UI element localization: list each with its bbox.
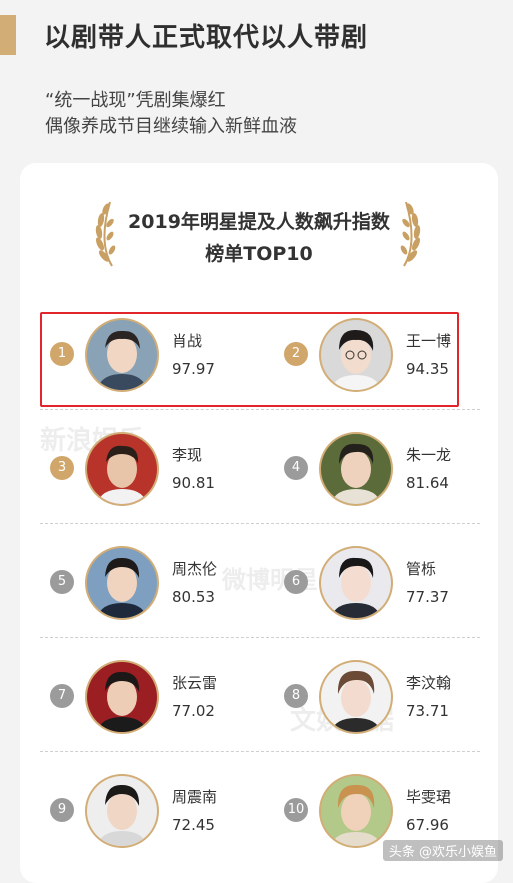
row-separator [40,751,480,752]
row-separator [40,523,480,524]
star-score: 80.53 [172,588,215,606]
star-name: 管栎 [406,560,437,578]
rank-badge: 7 [50,684,74,708]
avatar-ring [319,660,393,734]
subtitle-line-1: “统一战现”凭剧集爆红 [45,90,226,111]
rank-badge: 3 [50,456,74,480]
avatar [321,434,391,504]
footer-credit-watermark: 头条 @欢乐小娱鱼 [382,840,503,861]
rank-badge: 5 [50,570,74,594]
avatar-ring [85,432,159,506]
ranking-entry-5[interactable]: 5 周杰伦 80.53 [50,542,260,622]
top-two-highlight-box [40,312,459,407]
ranking-entry-10[interactable]: 10 毕雯珺 67.96 [284,770,494,850]
avatar-ring [85,774,159,848]
star-name: 李现 [172,446,203,464]
star-name: 周杰伦 [172,560,218,578]
title-bar: 以剧带人正式取代以人带剧 [0,12,513,58]
avatar [321,662,391,732]
rank-badge: 6 [284,570,308,594]
ranking-entry-6[interactable]: 6 管栎 77.37 [284,542,494,622]
star-score: 77.02 [172,702,215,720]
avatar-ring [85,660,159,734]
avatar [321,776,391,846]
avatar-ring [85,546,159,620]
ranking-entry-3[interactable]: 3 李现 90.81 [50,428,260,508]
rank-badge: 10 [284,798,308,822]
star-name: 朱一龙 [406,446,452,464]
row-separator [40,637,480,638]
rank-badge: 9 [50,798,74,822]
card-title-line-1: 2019年明星提及人数飙升指数 [128,211,390,233]
avatar-ring [319,432,393,506]
star-name: 张云雷 [172,674,218,692]
ranking-entry-4[interactable]: 4 朱一龙 81.64 [284,428,494,508]
avatar [87,776,157,846]
star-score: 90.81 [172,474,215,492]
avatar [87,548,157,618]
star-score: 73.71 [406,702,449,720]
avatar [87,662,157,732]
star-name: 毕雯珺 [406,788,452,806]
avatar-ring [319,774,393,848]
avatar [321,548,391,618]
subtitle-line-2: 偶像养成节目继续输入新鲜血液 [45,116,297,137]
ranking-entry-9[interactable]: 9 周震南 72.45 [50,770,260,850]
star-name: 李汶翰 [406,674,452,692]
star-score: 72.45 [172,816,215,834]
page-title: 以剧带人正式取代以人带剧 [44,23,369,53]
title-accent-bar [0,15,16,55]
card-title-line-2: 榜单TOP10 [205,243,313,265]
star-score: 81.64 [406,474,449,492]
star-name: 周震南 [172,788,218,806]
star-score: 67.96 [406,816,449,834]
ranking-entry-7[interactable]: 7 张云雷 77.02 [50,656,260,736]
avatar-ring [319,546,393,620]
rank-badge: 8 [284,684,308,708]
star-score: 77.37 [406,588,449,606]
rank-badge: 4 [284,456,308,480]
avatar [87,434,157,504]
ranking-entry-8[interactable]: 8 李汶翰 73.71 [284,656,494,736]
row-separator [40,409,480,410]
